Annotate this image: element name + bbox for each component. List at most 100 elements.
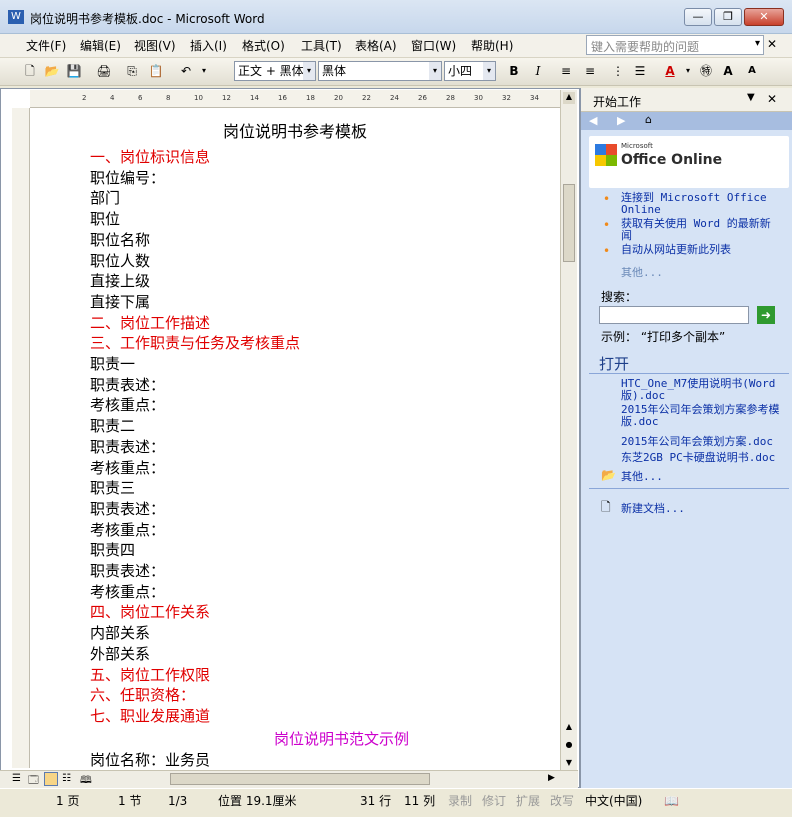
- status-track-changes[interactable]: 修订: [482, 793, 506, 810]
- print-layout-view-icon[interactable]: [44, 772, 58, 786]
- font-color-dropdown-icon[interactable]: ▾: [680, 63, 696, 79]
- office-logo-text: Office Online: [621, 152, 723, 168]
- forward-icon[interactable]: ▶: [617, 114, 625, 127]
- ruler-tick: 24: [390, 94, 399, 102]
- menu-view[interactable]: 视图(V): [134, 37, 176, 54]
- recent-file-link[interactable]: 2015年公司年会策划方案参考模版.doc: [621, 404, 786, 428]
- align-left-icon[interactable]: ≡: [558, 63, 574, 79]
- minimize-button[interactable]: —: [684, 8, 712, 26]
- close-window-button[interactable]: ✕: [744, 8, 784, 26]
- office-online-link[interactable]: 获取有关使用 Word 的最新新闻: [621, 218, 781, 242]
- task-pane-search-input[interactable]: [599, 306, 749, 324]
- grow-font-button[interactable]: A: [720, 63, 736, 79]
- task-pane-close-icon[interactable]: ✕: [767, 92, 777, 106]
- undo-icon[interactable]: ↶: [178, 63, 194, 79]
- font-select[interactable]: 黑体 ▾: [318, 61, 442, 81]
- ruler-tick: 8: [166, 94, 171, 102]
- menu-table[interactable]: 表格(A): [355, 37, 397, 54]
- shrink-font-button[interactable]: A: [744, 63, 760, 79]
- numbering-icon[interactable]: ⋮: [610, 63, 626, 79]
- office-online-link[interactable]: 连接到 Microsoft Office Online: [621, 192, 781, 216]
- office-online-link[interactable]: 自动从网站更新此列表: [621, 244, 781, 256]
- scroll-up-icon[interactable]: ▲: [563, 92, 575, 104]
- recent-file-link[interactable]: 2015年公司年会策划方案.doc: [621, 436, 786, 448]
- open-more[interactable]: 其他...: [621, 468, 663, 484]
- bullets-icon[interactable]: ☰: [632, 63, 648, 79]
- menu-format[interactable]: 格式(O): [242, 37, 285, 54]
- restore-button[interactable]: ❐: [714, 8, 742, 26]
- scroll-right-icon[interactable]: ▶: [548, 773, 555, 783]
- ruler-tick: 14: [250, 94, 259, 102]
- new-doc-small-icon: 🗋: [601, 500, 611, 514]
- horizontal-scrollbar[interactable]: ☰ 🗔 ☷ 🕮 ▶: [0, 770, 578, 788]
- menu-insert[interactable]: 插入(I): [190, 37, 227, 54]
- task-pane-divider: [589, 488, 789, 489]
- document-line: 三、工作职责与任务及考核重点: [90, 334, 301, 353]
- menu-window[interactable]: 窗口(W): [411, 37, 456, 54]
- next-page-icon[interactable]: ▼: [563, 758, 575, 767]
- ask-dropdown-icon[interactable]: ▾: [755, 38, 760, 49]
- search-go-icon[interactable]: ➜: [757, 306, 775, 324]
- font-dropdown-icon[interactable]: ▾: [429, 62, 441, 80]
- word-app-icon[interactable]: W: [8, 10, 24, 24]
- font-color-button[interactable]: A: [662, 63, 678, 79]
- vertical-ruler[interactable]: [12, 108, 30, 768]
- menu-help[interactable]: 帮助(H): [471, 37, 513, 54]
- open-folder-icon[interactable]: 📂: [44, 63, 60, 79]
- title-bar: W 岗位说明书参考模板.doc - Microsoft Word — ❐ ✕: [0, 0, 792, 34]
- search-label: 搜索：: [601, 290, 638, 304]
- paste-icon[interactable]: 📋: [148, 63, 164, 79]
- ruler-tick: 30: [474, 94, 483, 102]
- menu-file[interactable]: 文件(F): [26, 37, 66, 54]
- document-line: 直接下属: [90, 292, 151, 311]
- align-right-icon[interactable]: ≡: [582, 63, 598, 79]
- prev-page-icon[interactable]: ▲: [563, 722, 575, 731]
- office-logo-icon: [595, 144, 617, 166]
- phonetic-guide-icon[interactable]: ㊕: [698, 63, 714, 79]
- horizontal-scroll-thumb[interactable]: [170, 773, 430, 785]
- close-document-button[interactable]: ✕: [767, 37, 777, 51]
- status-overtype[interactable]: 改写: [550, 793, 574, 810]
- home-icon[interactable]: ⌂: [645, 113, 652, 126]
- new-doc-icon[interactable]: 🗋: [22, 63, 38, 79]
- status-extend[interactable]: 扩展: [516, 793, 540, 810]
- new-document-link[interactable]: 新建文档...: [621, 500, 685, 516]
- example-heading: 岗位说明书范文示例: [274, 730, 410, 748]
- document-line: 职位: [90, 210, 121, 229]
- copy-icon[interactable]: ⎘: [124, 63, 140, 79]
- document-line: 考核重点：: [90, 458, 166, 477]
- document-line: 六、任职资格：: [90, 686, 196, 705]
- font-size-dropdown-icon[interactable]: ▾: [483, 62, 495, 80]
- ruler-tick: 6: [138, 94, 143, 102]
- vertical-scrollbar[interactable]: ▲ ▲ ● ▼: [560, 90, 577, 770]
- open-folder-small-icon: 📂: [601, 468, 616, 482]
- recent-file-link[interactable]: HTC_One_M7使用说明书(Word版).doc: [621, 378, 786, 402]
- links-more[interactable]: 其他...: [621, 264, 663, 280]
- spelling-status-icon[interactable]: 📖: [664, 793, 679, 810]
- undo-dropdown-icon[interactable]: ▾: [196, 63, 212, 79]
- italic-button[interactable]: I: [530, 63, 546, 79]
- document-line: 职位编号：: [90, 168, 166, 187]
- font-size-select[interactable]: 小四 ▾: [444, 61, 496, 81]
- ask-placeholder: 键入需要帮助的问题: [591, 40, 700, 54]
- back-icon[interactable]: ◀: [589, 114, 597, 127]
- status-record[interactable]: 录制: [448, 793, 472, 810]
- print-icon[interactable]: 🖨: [96, 63, 112, 79]
- normal-view-icon[interactable]: ☰: [12, 773, 21, 784]
- save-icon[interactable]: 💾: [66, 63, 82, 79]
- task-pane-menu-icon[interactable]: ▼: [747, 92, 755, 103]
- recent-file-link[interactable]: 东芝2GB PC卡硬盘说明书.doc: [621, 452, 786, 464]
- ask-question-input[interactable]: 键入需要帮助的问题 ▾: [586, 35, 764, 55]
- browse-object-icon[interactable]: ●: [563, 740, 575, 749]
- outline-view-icon[interactable]: ☷: [62, 773, 71, 784]
- style-dropdown-icon[interactable]: ▾: [303, 62, 315, 80]
- document-page[interactable]: 岗位说明书参考模板 一、岗位标识信息 职位编号： 部门 职位 职位名称 职位人数 直接上级直…: [30, 108, 560, 768]
- document-line: 职位名称: [90, 230, 151, 249]
- style-select[interactable]: 正文 + 黑体 ▾: [234, 61, 316, 81]
- bold-button[interactable]: B: [506, 63, 522, 79]
- menu-edit[interactable]: 编辑(E): [80, 37, 121, 54]
- vertical-scroll-thumb[interactable]: [563, 184, 575, 262]
- horizontal-ruler[interactable]: 2 4 6 8 10 12 14 16 18 20 22 24 26 28 30 32 34: [30, 90, 560, 108]
- document-line: 外部关系: [90, 644, 151, 663]
- menu-tools[interactable]: 工具(T): [301, 37, 342, 54]
